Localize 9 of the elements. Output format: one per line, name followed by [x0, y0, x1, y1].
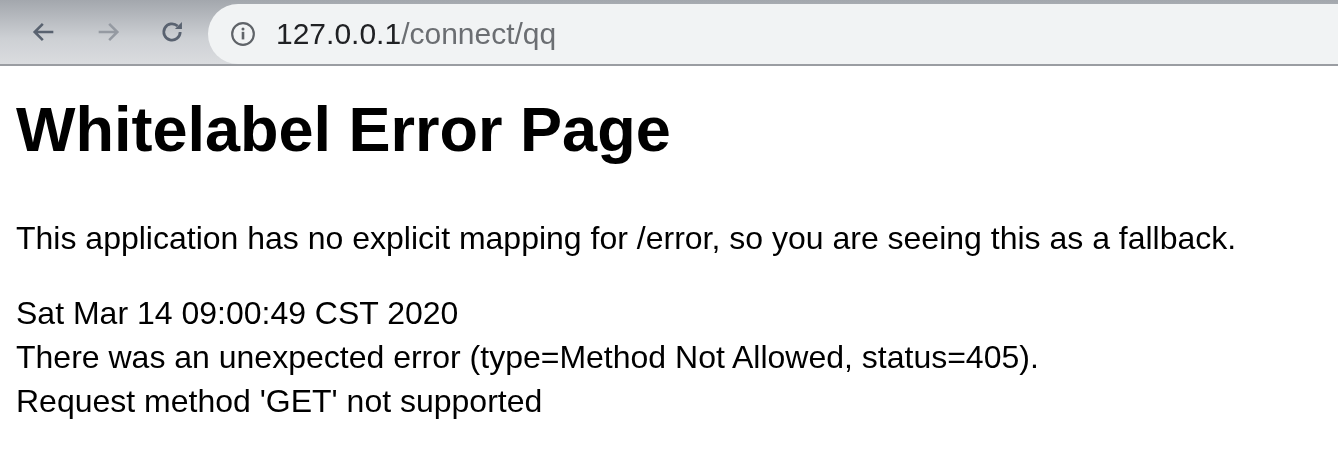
url-host: 127.0.0.1 [276, 17, 402, 50]
error-detail: Request method 'GET' not supported [16, 382, 544, 421]
address-bar[interactable]: 127.0.0.1/connect/qq [208, 4, 1338, 64]
error-detail: There was an unexpected error (type=Method Not Allowed, status=405). [16, 338, 1040, 377]
info-icon [230, 21, 256, 47]
error-detail: Sat Mar 14 09:00:49 CST 2020 [16, 294, 460, 333]
url-path: /connect/qq [401, 17, 557, 50]
page-title: Whitelabel Error Page [16, 93, 672, 166]
error-message: This application has no explicit mapping for /error, so you are seeing this as a fallback. [16, 219, 1238, 258]
